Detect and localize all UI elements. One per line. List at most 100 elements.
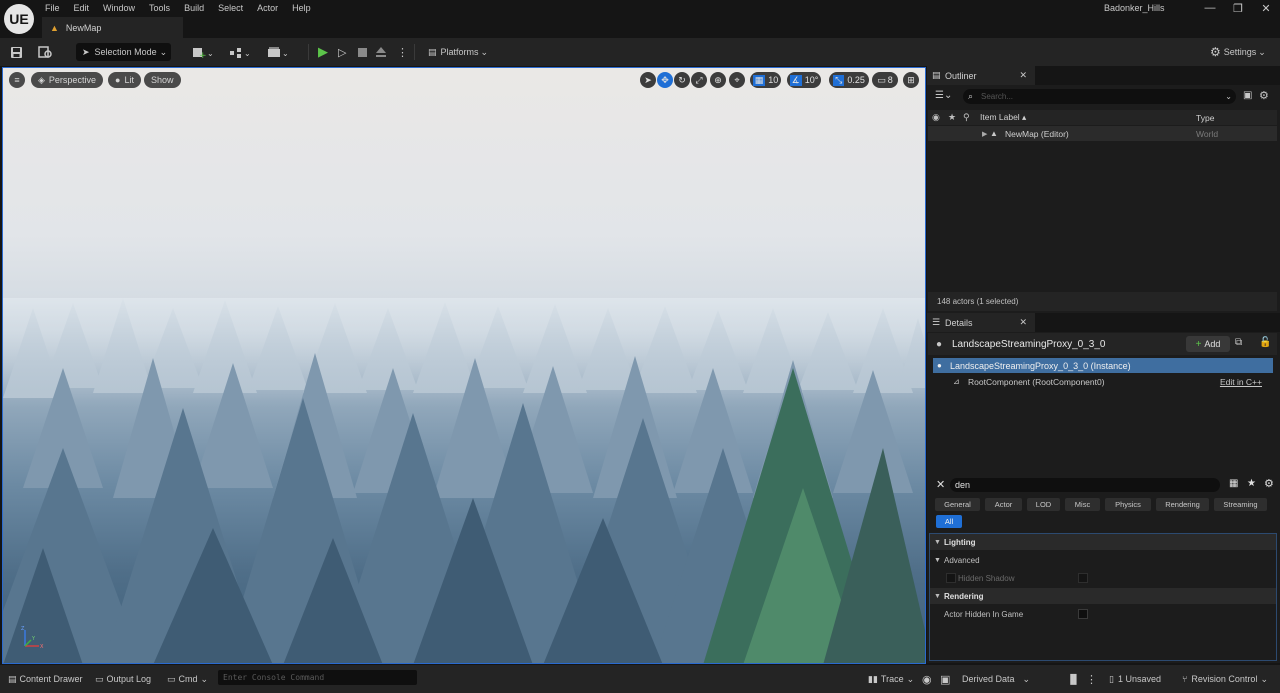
menu-edit[interactable]: Edit	[67, 0, 97, 16]
world-space-icon[interactable]: ⊕	[710, 72, 726, 88]
root-component-row[interactable]: ⊿ RootComponent (RootComponent0) Edit in…	[933, 374, 1273, 389]
record-icon[interactable]: ◉	[922, 672, 932, 686]
lighting-mode-button[interactable]: ● Lit	[108, 72, 141, 88]
revision-control-button[interactable]: ⑂ Revision Control ⌄	[1182, 672, 1268, 686]
advanced-subcategory[interactable]: ▼ Advanced	[930, 552, 1276, 568]
outliner-tab[interactable]: ▤ Outliner ✕	[927, 66, 1035, 85]
output-log-button[interactable]: ▭ Output Log	[95, 672, 151, 686]
close-window-button[interactable]: ✕	[1256, 2, 1276, 15]
favorite-icon[interactable]: ★	[948, 112, 956, 123]
category-rendering[interactable]: Rendering	[1156, 498, 1209, 511]
grid-view-icon[interactable]: ▦	[1229, 478, 1238, 489]
play-icon[interactable]: ▶	[318, 43, 328, 61]
filter-icon[interactable]: ☰⌄	[935, 90, 952, 101]
settings-button[interactable]: ⚙ Settings ⌄	[1210, 43, 1266, 61]
rotation-snap-toggle[interactable]: ∡ 10°	[787, 72, 821, 88]
eject-icon[interactable]	[375, 43, 387, 61]
component-instance-row[interactable]: ● LandscapeStreamingProxy_0_3_0 (Instanc…	[933, 358, 1273, 373]
column-item-label[interactable]: Item Label ▴	[980, 112, 1026, 123]
unreal-logo-icon[interactable]: UE	[4, 4, 34, 34]
close-icon[interactable]: ✕	[1019, 317, 1027, 328]
category-lod[interactable]: LOD	[1027, 498, 1060, 511]
forest-scene	[3, 298, 925, 663]
favorite-icon[interactable]: ★	[1247, 478, 1256, 489]
blueprint-icon[interactable]: ⌄	[229, 43, 253, 61]
map-tab[interactable]: ▲ NewMap	[42, 17, 183, 38]
maximize-button[interactable]: ❐	[1228, 2, 1248, 15]
maximize-viewport-icon[interactable]: ⊞	[903, 72, 919, 88]
checkbox[interactable]	[946, 573, 956, 583]
details-tab[interactable]: ☰ Details ✕	[927, 313, 1035, 332]
console-command-input[interactable]: Enter Console Command	[218, 670, 417, 685]
camera-speed-button[interactable]: ▭ 8	[872, 72, 898, 88]
edit-in-cpp-link[interactable]: Edit in C++	[1220, 377, 1262, 387]
category-actor[interactable]: Actor	[985, 498, 1022, 511]
close-icon[interactable]: ✕	[1019, 70, 1027, 81]
view-mode-button[interactable]: ◈ Perspective	[31, 72, 103, 88]
category-all[interactable]: All	[936, 515, 962, 528]
category-general[interactable]: General	[935, 498, 980, 511]
trace-button[interactable]: ▮▮ Trace ⌄	[868, 672, 914, 686]
cmd-dropdown[interactable]: ▭ Cmd ⌄	[167, 672, 208, 686]
category-physics[interactable]: Physics	[1105, 498, 1151, 511]
stop-icon[interactable]	[357, 43, 368, 61]
column-type[interactable]: Type	[1196, 113, 1214, 123]
pin-icon[interactable]: ⚲	[963, 112, 970, 123]
menu-tools[interactable]: Tools	[142, 0, 177, 16]
menu-help[interactable]: Help	[285, 0, 318, 16]
viewport-menu-icon[interactable]: ≡	[9, 72, 25, 88]
grid-snap-toggle[interactable]: ▦ 10	[750, 72, 781, 88]
menu-build[interactable]: Build	[177, 0, 211, 16]
actor-name[interactable]: LandscapeStreamingProxy_0_3_0	[952, 339, 1105, 350]
visibility-icon[interactable]: ◉	[932, 112, 940, 123]
menu-select[interactable]: Select	[211, 0, 250, 16]
screenshot-icon[interactable]: ▣	[940, 672, 950, 686]
step-icon[interactable]: ▷	[338, 43, 346, 61]
select-tool-icon[interactable]: ➤	[640, 72, 656, 88]
more-options-icon[interactable]: ⋮	[1086, 672, 1097, 686]
add-folder-icon[interactable]: ▣	[1243, 90, 1252, 101]
minimize-button[interactable]: —	[1200, 2, 1220, 14]
add-actor-icon[interactable]: + ⌄	[192, 43, 214, 61]
lighting-category[interactable]: ▼ Lighting	[930, 534, 1276, 550]
cinematics-icon[interactable]: ⌄	[267, 43, 291, 61]
expand-arrow-icon[interactable]: ▶	[982, 130, 987, 138]
chevron-down-icon: ⌄	[906, 673, 915, 684]
stats-icon[interactable]: ▐▌	[1067, 672, 1080, 686]
details-filter-input[interactable]: den	[950, 478, 1220, 492]
surface-snap-icon[interactable]: ⌖	[729, 72, 745, 88]
hidden-shadow-checkbox[interactable]	[1078, 573, 1088, 583]
rotate-tool-icon[interactable]: ↻	[674, 72, 690, 88]
menu-actor[interactable]: Actor	[250, 0, 285, 16]
outliner-search-input[interactable]: ⌕ Search... ⌄	[963, 89, 1236, 104]
translate-tool-icon[interactable]: ✥	[657, 72, 673, 88]
more-options-icon[interactable]: ⋮	[397, 43, 408, 61]
level-viewport[interactable]: ≡ ◈ Perspective ● Lit Show ➤ ✥ ↻ ⤢ ⊕ ⌖ ▦…	[2, 67, 926, 664]
gear-icon[interactable]: ⚙	[1259, 89, 1269, 102]
lock-icon[interactable]: 🔓	[1259, 337, 1271, 348]
scale-snap-toggle[interactable]: ⤡ 0.25	[829, 72, 869, 88]
add-component-button[interactable]: + Add	[1186, 336, 1230, 352]
blueprint-convert-icon[interactable]: ⧉	[1235, 337, 1242, 348]
save-icon[interactable]	[10, 43, 23, 61]
browse-icon[interactable]	[38, 43, 53, 61]
category-streaming[interactable]: Streaming	[1214, 498, 1267, 511]
unsaved-button[interactable]: ▯ 1 Unsaved	[1109, 672, 1161, 686]
scale-tool-icon[interactable]: ⤢	[691, 72, 707, 88]
gear-icon[interactable]: ⚙	[1264, 477, 1274, 490]
advanced-label: Advanced	[944, 555, 980, 565]
rendering-category[interactable]: ▼ Rendering	[930, 588, 1276, 604]
clear-filter-icon[interactable]: ✕	[936, 478, 945, 491]
search-icon: ⌕	[968, 91, 974, 101]
actor-hidden-checkbox[interactable]	[1078, 609, 1088, 619]
chevron-down-icon: ⌄	[159, 46, 168, 57]
menu-file[interactable]: File	[38, 0, 67, 16]
content-drawer-button[interactable]: ▤ Content Drawer	[8, 672, 83, 686]
derived-data-button[interactable]: Derived Data ⌄	[962, 672, 1030, 686]
outliner-row[interactable]: ▶ ▲ NewMap (Editor) World	[928, 126, 1277, 141]
category-misc[interactable]: Misc	[1065, 498, 1100, 511]
selection-mode-dropdown[interactable]: ➤ Selection Mode ⌄	[76, 43, 171, 61]
show-button[interactable]: Show	[144, 72, 181, 88]
platforms-button[interactable]: ▤ Platforms ⌄	[428, 43, 488, 61]
menu-window[interactable]: Window	[96, 0, 142, 16]
